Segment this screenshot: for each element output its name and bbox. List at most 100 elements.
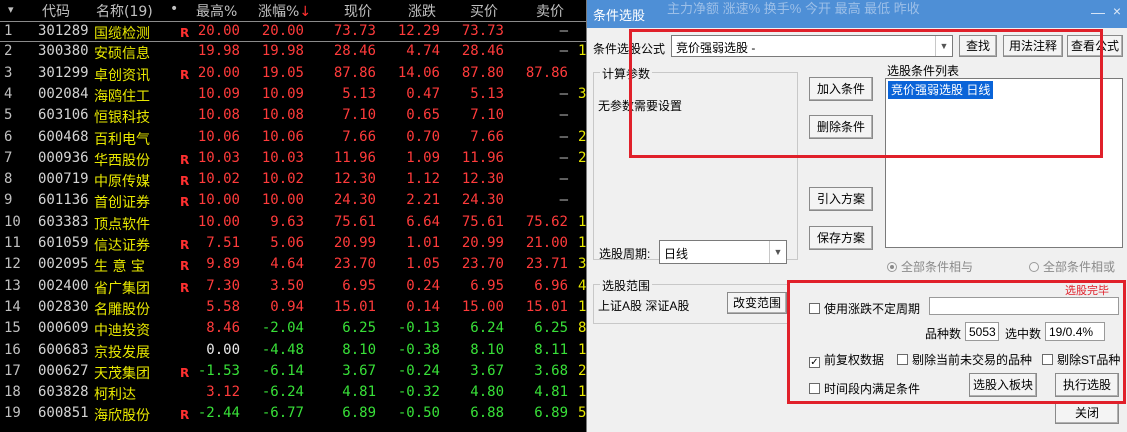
table-row[interactable]: 5 603106 恒银科技 10.08 10.08 7.10 0.65 7.10 – <box>0 106 600 127</box>
high-pct: 10.00 <box>197 192 240 209</box>
high-pct: 20.00 <box>197 23 240 39</box>
row-index: 4 <box>4 85 13 102</box>
bid-price: 8.10 <box>470 341 504 358</box>
header-change-label: 涨幅% <box>258 4 300 20</box>
table-row[interactable]: 12 002095 生 意 宝 R 9.89 4.64 23.70 1.05 23.70 23.7… <box>0 255 600 276</box>
ask-price: – <box>559 85 568 102</box>
stock-code: 002095 <box>38 256 89 273</box>
high-pct: 19.98 <box>197 43 240 60</box>
change-pct: 10.08 <box>261 107 304 124</box>
ask-price: – <box>559 192 568 209</box>
table-row[interactable]: 9 601136 首创证券 R 10.00 10.00 24.30 2.21 24.30 – <box>0 191 600 212</box>
change: 12.29 <box>397 23 440 39</box>
high-pct: -1.53 <box>197 362 240 379</box>
stock-code: 603383 <box>38 213 89 230</box>
import-scheme-button[interactable]: 引入方案 <box>809 187 873 211</box>
change-pct: 3.50 <box>270 277 304 294</box>
header-change[interactable]: 涨跌 <box>408 1 436 21</box>
table-row[interactable]: 13 002400 省广集团 R 7.30 3.50 6.95 0.24 6.95 6.96 4 <box>0 277 600 298</box>
row-index: 18 <box>4 384 21 401</box>
table-row[interactable]: 8 000719 中原传媒 R 10.02 10.02 12.30 1.12 12.30 – <box>0 170 600 191</box>
table-row[interactable]: 18 603828 柯利达 3.12 -6.24 4.81 -0.32 4.80 4.81 1 <box>0 383 600 404</box>
stock-name: 卓创资讯 <box>94 67 150 84</box>
table-row[interactable]: 11 601059 信达证券 R 7.51 5.06 20.99 1.01 20.99 21.00… <box>0 234 600 255</box>
chevron-down-icon: ▼ <box>769 241 786 263</box>
table-row[interactable]: 6 600468 百利电气 10.06 10.06 7.66 0.70 7.66–2 <box>0 128 600 149</box>
stock-name: 生 意 宝 <box>94 259 145 276</box>
bid-price: 4.80 <box>470 384 504 401</box>
stock-code: 000609 <box>38 320 89 337</box>
bid-price: 12.30 <box>461 171 504 188</box>
dialog-title: 条件选股 <box>593 8 646 23</box>
row-index: 3 <box>4 64 13 81</box>
ask-price: – <box>559 107 568 124</box>
radio-icon <box>887 262 897 272</box>
header-change-pct[interactable]: 涨幅%↓ <box>258 1 311 21</box>
table-row[interactable]: 10 603383 顶点软件 10.00 9.63 75.61 6.64 75.61 75.62… <box>0 213 600 234</box>
table-row[interactable]: 14 002830 名雕股份 5.58 0.94 15.01 0.14 15.00 15.01 1 <box>0 298 600 319</box>
header-code[interactable]: 代码 <box>42 1 70 21</box>
ask-price: 8.11 <box>534 341 568 358</box>
close-icon[interactable]: × <box>1113 3 1121 19</box>
table-row[interactable]: 15 000609 中迪投资 8.46 -2.04 6.25 -0.13 6.24 6.25 8 <box>0 319 600 340</box>
change-scope-button[interactable]: 改变范围 <box>727 292 787 314</box>
close-button[interactable]: 关闭 <box>1055 402 1119 424</box>
stock-name: 海欣股份 <box>94 408 150 425</box>
radio-all-or[interactable]: 全部条件相或 <box>1029 258 1115 275</box>
row-index: 2 <box>4 43 13 60</box>
change-pct: 10.00 <box>261 192 304 209</box>
change: 1.12 <box>406 171 440 188</box>
bid-price: 24.30 <box>461 192 504 209</box>
change-pct: -6.77 <box>261 405 304 422</box>
dialog-titlebar[interactable]: 主力净额 涨速% 换手% 今开 最高 最低 昨收 条件选股 — × <box>587 0 1127 28</box>
table-row[interactable]: 4 002084 海鸥住工 10.09 10.09 5.13 0.47 5.13–3 <box>0 85 600 106</box>
row-index: 19 <box>4 405 21 422</box>
change-pct: -4.48 <box>261 341 304 358</box>
header-ask[interactable]: 卖价 <box>536 1 564 21</box>
change: 0.24 <box>406 277 440 294</box>
change-pct: 10.09 <box>261 85 304 102</box>
price: 7.66 <box>342 128 376 145</box>
bid-price: 7.66 <box>470 128 504 145</box>
margin-flag: R <box>180 152 190 167</box>
change-pct: 20.00 <box>261 23 304 39</box>
change: 0.47 <box>406 85 440 102</box>
radio-all-and[interactable]: 全部条件相与 <box>887 258 973 275</box>
radio-all-or-label: 全部条件相或 <box>1043 260 1116 274</box>
table-row[interactable]: 7 000936 华西股份 R 10.03 10.03 11.96 1.09 11.96–2 <box>0 149 600 170</box>
margin-flag: R <box>180 365 190 380</box>
high-pct: 3.12 <box>206 384 240 401</box>
table-row[interactable]: 2 300380 安硕信息 19.98 19.98 28.46 4.74 28.46–1 <box>0 42 600 63</box>
table-row[interactable]: 17 000627 天茂集团 R -1.53 -6.14 3.67 -0.24 3.67 3.68… <box>0 362 600 383</box>
change-pct: -2.04 <box>261 320 304 337</box>
table-row[interactable]: 3 301299 卓创资讯 R 20.00 19.05 87.86 14.06 87.80 87.… <box>0 64 600 85</box>
header-high-pct[interactable]: 最高% <box>196 1 237 21</box>
ask-price: – <box>559 23 568 39</box>
price: 20.99 <box>333 235 376 251</box>
price: 28.46 <box>333 43 376 60</box>
change-pct: 19.05 <box>261 64 304 81</box>
table-row[interactable]: 1 301289 国缆检测 R 20.00 20.00 73.73 12.29 73.73 – <box>0 21 600 42</box>
column-menu-icon[interactable]: ▾ <box>8 3 14 16</box>
stock-code: 301289 <box>38 23 89 39</box>
header-name[interactable]: 名称(19) <box>96 1 153 21</box>
change: 6.64 <box>406 213 440 230</box>
period-select[interactable]: 日线 ▼ <box>659 240 787 264</box>
bid-price: 7.10 <box>470 107 504 124</box>
scope-value: 上证A股 深证A股 <box>598 299 690 313</box>
header-price[interactable]: 现价 <box>344 1 372 21</box>
change: 1.05 <box>406 256 440 273</box>
stock-code: 002084 <box>38 85 89 102</box>
ask-price: – <box>559 149 568 166</box>
minimize-icon[interactable]: — <box>1091 4 1105 20</box>
bid-price: 5.13 <box>470 85 504 102</box>
row-index: 15 <box>4 320 21 337</box>
header-bid[interactable]: 买价 <box>470 1 498 21</box>
table-row[interactable]: 16 600683 京投发展 0.00 -4.48 8.10 -0.38 8.10 8.11 1 <box>0 341 600 362</box>
margin-flag: R <box>180 26 190 40</box>
stock-code: 603828 <box>38 384 89 401</box>
stock-code: 603106 <box>38 107 89 124</box>
high-pct: 9.89 <box>206 256 240 273</box>
save-scheme-button[interactable]: 保存方案 <box>809 226 873 250</box>
table-row[interactable]: 19 600851 海欣股份 R -2.44 -6.77 6.89 -0.50 6.88 6.89… <box>0 404 600 425</box>
